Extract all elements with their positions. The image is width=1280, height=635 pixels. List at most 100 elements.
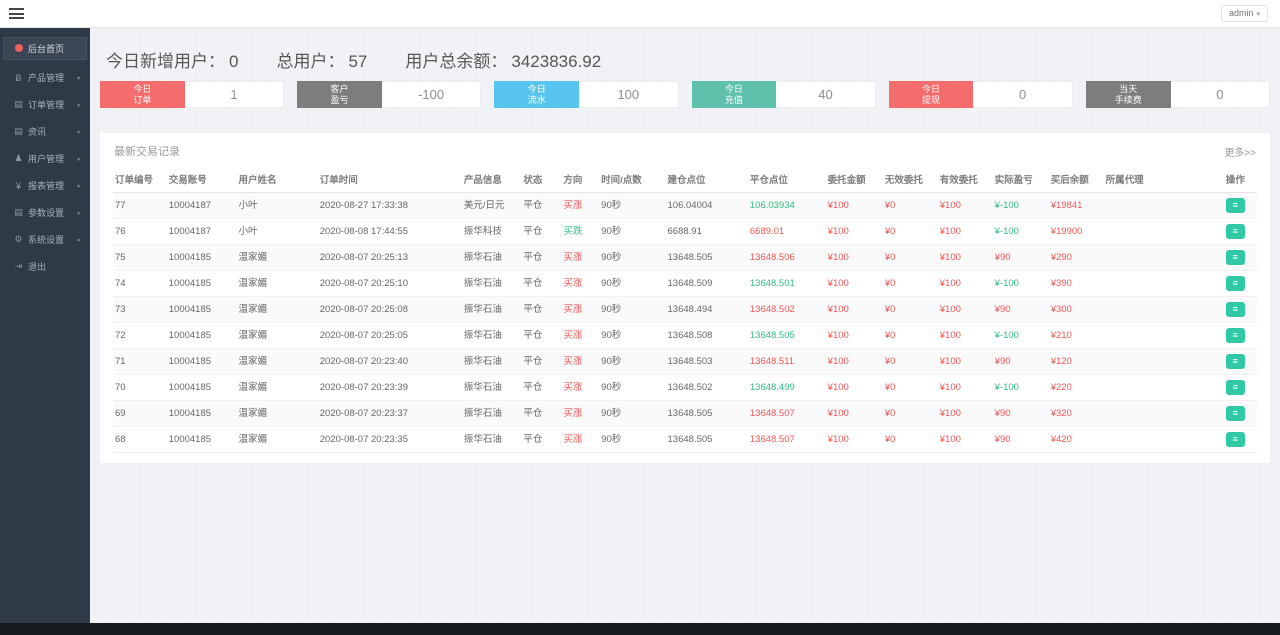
table-row: 69 10004185 温家媚 2020-08-07 20:23:37 振华石油 平仓 买涨… [113,400,1257,427]
sidebar-item-label: 资讯 [28,127,47,137]
table-cell: ¥0 [882,244,938,271]
table-cell-actions: ≡ [1223,348,1257,375]
table-cell: 2020-08-07 20:23:40 [317,348,462,375]
summary-stat-value: 3423836.92 [511,52,602,71]
order-detail-button[interactable]: ≡ [1225,432,1245,447]
table-cell: 温家媚 [236,270,318,297]
table-cell: 13648.508 [665,322,748,349]
sidebar-item-8[interactable]: ⚙ 系统设置 ▸ [3,226,87,253]
table-cell: 6688.91 [665,218,748,245]
table-cell: ¥100 [937,400,993,427]
table-cell-actions: ≡ [1223,270,1257,297]
order-detail-button[interactable]: ≡ [1225,302,1245,317]
order-detail-button[interactable]: ≡ [1225,276,1245,291]
table-cell: 温家媚 [236,348,318,375]
table-row: 68 10004185 温家媚 2020-08-07 20:23:35 振华石油 平仓 买涨… [113,426,1257,453]
table-cell: ¥19841 [1048,192,1104,219]
table-cell: 106.03934 [747,192,826,219]
sidebar-item-label: 系统设置 [28,235,65,245]
table-cell [1103,192,1224,219]
table-cell: 振华科技 [461,218,522,245]
table-cell: 10004185 [166,322,237,349]
order-detail-button[interactable]: ≡ [1225,198,1245,213]
stat-card-label: 今日 充值 [691,81,777,108]
stat-card-label: 当天 手续费 [1085,81,1171,108]
order-detail-button[interactable]: ≡ [1225,380,1245,395]
table-cell: 买涨 [561,244,600,271]
table-cell: 美元/日元 [461,192,522,219]
table-cell: 10004185 [166,296,237,323]
hamburger-menu-icon[interactable] [9,8,24,19]
order-detail-button[interactable]: ≡ [1225,224,1245,239]
sidebar: 后台首页 Ƀ 产品管理 ▸ ▤ 订单管理 ▸ ▤ 资讯 ▸ ♟ 用户管理 ▸ ¥ 报表管理 ▸ ▤ 参数设置 ▸ ⚙ 系… [0,28,90,623]
table-cell: 90秒 [599,348,666,375]
table-cell: ¥100 [825,374,883,401]
chevron-right-icon: ▸ [77,74,81,82]
sidebar-item-5[interactable]: ♟ 用户管理 ▸ [3,145,87,172]
table-cell: 6689.01 [747,218,826,245]
order-detail-button[interactable]: ≡ [1225,406,1245,421]
table-cell: 10004185 [166,374,237,401]
order-detail-button[interactable]: ≡ [1225,328,1245,343]
sidebar-item-7[interactable]: ▤ 参数设置 ▸ [3,199,87,226]
column-header: 无效委托 [882,166,938,193]
stat-card-today-turnover: 今日 流水 100 [494,81,679,108]
table-cell: 13648.509 [665,270,748,297]
table-cell: 2020-08-07 20:25:08 [317,296,462,323]
list-icon: ≡ [1232,356,1238,366]
table-cell: 72 [113,322,167,349]
trades-table: 订单编号 交易账号 用户姓名 订单时间 产品信息 状态 方向 时间/点数 建仓点位 平仓点位 委托金… [113,166,1257,453]
sidebar-item-4[interactable]: ▤ 资讯 ▸ [3,118,87,145]
stat-card-value: 0 [973,81,1073,108]
table-cell: 90秒 [599,400,666,427]
summary-stat-label: 今日新增用户： [106,52,225,71]
table-cell: 振华石油 [461,270,522,297]
sidebar-item-1[interactable]: 后台首页 [3,37,87,60]
table-cell: 13648.505 [665,400,748,427]
more-link[interactable]: 更多>> [1224,144,1256,159]
summary-stat: 总用户： 57 [276,52,367,71]
table-cell: 13648.505 [747,322,826,349]
order-detail-button[interactable]: ≡ [1225,250,1245,265]
table-cell: ¥90 [992,348,1049,375]
table-cell: 平仓 [521,218,562,245]
table-row: 75 10004185 温家媚 2020-08-07 20:25:13 振华石油 平仓 买涨… [113,244,1257,271]
column-header: 操作 [1223,166,1257,193]
table-cell: 90秒 [599,374,666,401]
table-cell: 10004185 [166,270,237,297]
table-cell [1103,244,1224,271]
sidebar-item-3[interactable]: ▤ 订单管理 ▸ [3,91,87,118]
table-cell [1103,322,1224,349]
table-row: 76 10004187 小叶 2020-08-08 17:44:55 振华科技 平仓 买跌 9… [113,218,1257,245]
order-detail-button[interactable]: ≡ [1225,354,1245,369]
table-cell: ¥320 [1048,400,1104,427]
table-cell [1103,426,1224,453]
sidebar-item-2[interactable]: Ƀ 产品管理 ▸ [3,64,87,91]
table-cell: 买涨 [561,322,600,349]
user-icon: ♟ [14,153,23,163]
column-header: 委托金额 [825,166,883,193]
table-cell: 温家媚 [236,426,318,453]
table-cell: 振华石油 [461,400,522,427]
list-icon: ≡ [1232,252,1238,262]
table-cell-actions: ≡ [1223,374,1257,401]
table-cell: ¥-100 [992,270,1049,297]
table-cell: 77 [113,192,167,219]
sidebar-item-9[interactable]: ⇥ 退出 [3,253,87,280]
table-cell: ¥19900 [1048,218,1104,245]
table-cell: ¥100 [937,270,993,297]
user-dropdown-label: admin [1228,8,1254,18]
table-row: 74 10004185 温家媚 2020-08-07 20:25:10 振华石油 平仓 买涨… [113,270,1257,297]
summary-stat: 今日新增用户： 0 [106,52,238,71]
table-cell: 13648.507 [747,426,826,453]
report-yen-icon: ¥ [15,180,21,191]
table-cell: 2020-08-07 20:25:10 [317,270,462,297]
table-cell [1103,296,1224,323]
table-cell: 90秒 [599,244,666,271]
sidebar-item-6[interactable]: ¥ 报表管理 ▸ [3,172,87,199]
table-row: 77 10004187 小叶 2020-08-27 17:33:38 美元/日元 平仓 买涨… [113,192,1257,219]
table-cell: 76 [113,218,167,245]
table-cell: ¥390 [1048,270,1104,297]
table-cell: 13648.503 [665,348,748,375]
user-dropdown-button[interactable]: admin ▾ [1220,5,1268,22]
